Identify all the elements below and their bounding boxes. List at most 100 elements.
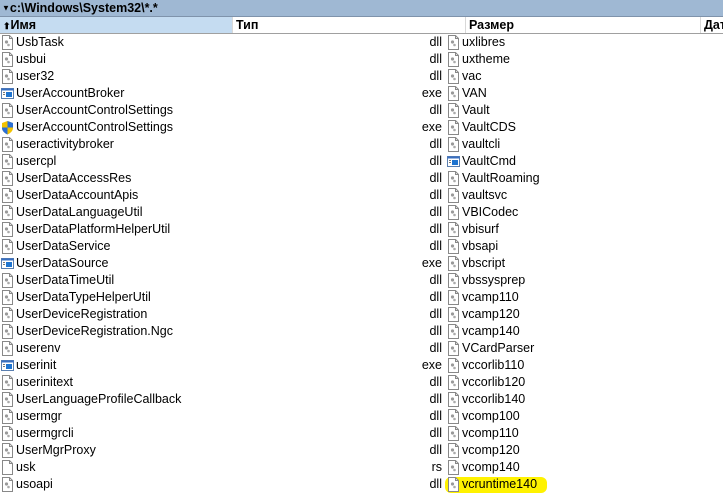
file-row[interactable]: vccorlib140 xyxy=(446,391,723,408)
file-name: vccorlib110 xyxy=(462,358,525,372)
file-row[interactable]: UserDataService dll xyxy=(0,238,446,255)
file-row[interactable]: UserDataAccountApis dll xyxy=(0,187,446,204)
file-row[interactable]: useractivitybroker dll xyxy=(0,136,446,153)
dll-file-icon xyxy=(1,477,14,492)
column-type[interactable]: Тип xyxy=(232,17,465,33)
dll-file-icon xyxy=(447,171,460,186)
file-name: UserDataLanguageUtil xyxy=(16,205,143,219)
file-name: UserLanguageProfileCallback xyxy=(16,392,182,406)
file-row[interactable]: vbscript xyxy=(446,255,723,272)
file-row[interactable]: usoapi dll xyxy=(0,476,446,493)
file-row[interactable]: vbssysprep xyxy=(446,272,723,289)
file-name: VBICodec xyxy=(462,205,519,219)
file-row[interactable]: vbisurf xyxy=(446,221,723,238)
file-row[interactable]: vcomp100 xyxy=(446,408,723,425)
dll-file-icon xyxy=(447,137,460,152)
file-extension: dll xyxy=(429,188,442,202)
file-name: vcomp110 xyxy=(462,426,519,440)
file-row[interactable]: usermgrcli dll xyxy=(0,425,446,442)
file-extension: exe xyxy=(421,256,442,270)
file-row[interactable]: VaultCDS xyxy=(446,119,723,136)
file-row[interactable]: uxtheme xyxy=(446,51,723,68)
file-row[interactable]: usbui dll xyxy=(0,51,446,68)
file-row[interactable]: UserAccountControlSettings exe xyxy=(0,119,446,136)
file-row[interactable]: userinit exe xyxy=(0,357,446,374)
file-row[interactable]: userenv dll xyxy=(0,340,446,357)
file-row[interactable]: UserDataTypeHelperUtil dll xyxy=(0,289,446,306)
file-row[interactable]: UserDeviceRegistration dll xyxy=(0,306,446,323)
file-row[interactable]: UserDeviceRegistration.Ngc dll xyxy=(0,323,446,340)
file-row[interactable]: VCardParser xyxy=(446,340,723,357)
dll-file-icon xyxy=(1,171,14,186)
dll-file-icon xyxy=(447,86,460,101)
file-name: UserDataSource xyxy=(16,256,109,270)
file-name: VaultCDS xyxy=(462,120,516,134)
file-name: useractivitybroker xyxy=(16,137,114,151)
file-extension: dll xyxy=(429,222,442,236)
column-name[interactable]: ⬆Имя xyxy=(0,17,232,33)
dll-file-icon xyxy=(1,188,14,203)
file-row[interactable]: usk rs xyxy=(0,459,446,476)
file-row[interactable]: UserDataLanguageUtil dll xyxy=(0,204,446,221)
file-extension: exe xyxy=(421,86,442,100)
file-name: vcomp120 xyxy=(462,443,520,457)
dll-file-icon xyxy=(447,477,460,492)
file-row[interactable]: VBICodec xyxy=(446,204,723,221)
file-row[interactable]: UserDataPlatformHelperUtil dll xyxy=(0,221,446,238)
dll-file-icon xyxy=(447,375,460,390)
file-name: userinit xyxy=(16,358,57,372)
file-extension: dll xyxy=(429,426,442,440)
file-row[interactable]: VaultRoaming xyxy=(446,170,723,187)
file-row[interactable]: vcamp110 xyxy=(446,289,723,306)
file-row[interactable]: vcomp140 xyxy=(446,459,723,476)
file-name: vbssysprep xyxy=(462,273,526,287)
file-row[interactable]: vcamp140 xyxy=(446,323,723,340)
dll-file-icon xyxy=(1,239,14,254)
column-date[interactable]: Дат xyxy=(700,17,723,33)
file-extension: dll xyxy=(429,409,442,423)
file-name: UserDeviceRegistration.Ngc xyxy=(16,324,174,338)
column-size[interactable]: Размер xyxy=(465,17,700,33)
file-name: uxlibres xyxy=(462,35,506,49)
dropdown-arrow-icon[interactable]: ▼ xyxy=(2,4,10,13)
file-row[interactable]: vcamp120 xyxy=(446,306,723,323)
file-row[interactable]: UserMgrProxy dll xyxy=(0,442,446,459)
file-row[interactable]: vaultsvc xyxy=(446,187,723,204)
path-bar[interactable]: ▼c:\Windows\System32\*.* xyxy=(0,0,723,17)
dll-file-icon xyxy=(447,426,460,441)
file-row[interactable]: vbsapi xyxy=(446,238,723,255)
current-path: c:\Windows\System32\*.* xyxy=(9,1,158,15)
file-name: vcomp140 xyxy=(462,460,520,474)
file-row[interactable]: vcomp120 xyxy=(446,442,723,459)
file-row[interactable]: UsbTask dll xyxy=(0,34,446,51)
file-row[interactable]: userinitext dll xyxy=(0,374,446,391)
dll-file-icon xyxy=(1,205,14,220)
file-row[interactable]: vcruntime140 xyxy=(445,476,723,493)
file-row[interactable]: user32 dll xyxy=(0,68,446,85)
file-row[interactable]: UserAccountControlSettings dll xyxy=(0,102,446,119)
file-row[interactable]: VaultCmd xyxy=(446,153,723,170)
file-row[interactable]: uxlibres xyxy=(446,34,723,51)
file-row[interactable]: vaultcli xyxy=(446,136,723,153)
dll-file-icon xyxy=(447,120,460,135)
dll-file-icon xyxy=(447,103,460,118)
file-row[interactable]: UserDataSource exe xyxy=(0,255,446,272)
file-row[interactable]: UserDataTimeUtil dll xyxy=(0,272,446,289)
file-row[interactable]: UserLanguageProfileCallback dll xyxy=(0,391,446,408)
dll-file-icon xyxy=(447,256,460,271)
file-row[interactable]: UserDataAccessRes dll xyxy=(0,170,446,187)
file-row[interactable]: vcomp110 xyxy=(446,425,723,442)
file-row[interactable]: vccorlib120 xyxy=(446,374,723,391)
file-row[interactable]: usercpl dll xyxy=(0,153,446,170)
file-row[interactable]: vac xyxy=(446,68,723,85)
dll-file-icon xyxy=(447,205,460,220)
file-row[interactable]: vccorlib110 xyxy=(446,357,723,374)
file-name: UserAccountControlSettings xyxy=(16,120,174,134)
file-name: vccorlib120 xyxy=(462,375,526,389)
file-row[interactable]: Vault xyxy=(446,102,723,119)
file-row[interactable]: usermgr dll xyxy=(0,408,446,425)
file-row[interactable]: VAN xyxy=(446,85,723,102)
file-row[interactable]: UserAccountBroker exe xyxy=(0,85,446,102)
dll-file-icon xyxy=(1,307,14,322)
file-name: UserDataAccountApis xyxy=(16,188,139,202)
